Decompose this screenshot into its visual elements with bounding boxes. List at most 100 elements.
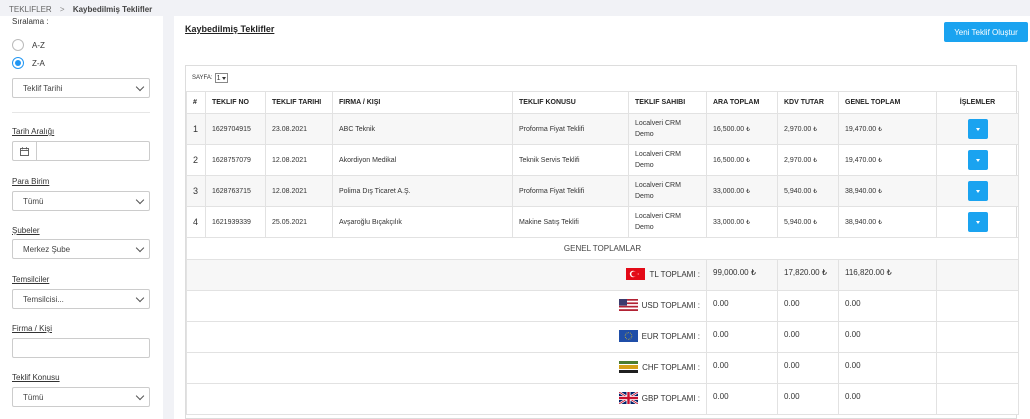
total-subtotal: 0.00 bbox=[706, 321, 778, 353]
total-label-cell: CHF TOPLAMI : bbox=[186, 352, 707, 384]
radio-az[interactable] bbox=[12, 39, 24, 51]
total-vat: 0.00 bbox=[777, 383, 839, 415]
totals-title: GENEL TOPLAMLAR bbox=[186, 237, 1019, 260]
divider bbox=[12, 112, 150, 113]
caret-down-icon bbox=[975, 127, 980, 131]
subtotal-value: 16,500.00 bbox=[713, 156, 745, 164]
table-row[interactable]: 4 1621939339 25.05.2021 Avşaroğlu Bıçakç… bbox=[186, 206, 1019, 238]
radio-za[interactable] bbox=[12, 57, 24, 69]
actions-dropdown-button[interactable] bbox=[967, 181, 988, 201]
actions-dropdown-button[interactable] bbox=[967, 150, 988, 170]
totals-title-row: GENEL TOPLAMLAR bbox=[186, 237, 1019, 260]
total-subtotal: 0.00 bbox=[706, 290, 778, 322]
col-header-offer-no[interactable]: TEKLIF NO bbox=[205, 91, 266, 114]
lira-icon: ₺ bbox=[813, 157, 818, 164]
sort-option-za[interactable]: Z-A bbox=[12, 57, 45, 69]
vat-value: 2,970.00 bbox=[784, 156, 812, 164]
company-name: Polima Dış Ticaret A.Ş. bbox=[332, 175, 513, 207]
table-row[interactable]: 3 1628763715 12.08.2021 Polima Dış Ticar… bbox=[186, 175, 1019, 207]
total-vat: 17,820.00 ₺ bbox=[777, 259, 839, 291]
date-range-input[interactable] bbox=[12, 141, 150, 161]
total-value: 19,470.00 bbox=[845, 125, 877, 133]
col-header-owner[interactable]: TEKLIF SAHIBI bbox=[628, 91, 707, 114]
owner-line-2: Demo bbox=[635, 131, 654, 138]
offer-owner: Localveri CRM Demo bbox=[628, 206, 707, 238]
table-row[interactable]: 1 1629704915 23.08.2021 ABC Teknik Profo… bbox=[186, 113, 1019, 145]
total-empty bbox=[936, 259, 1019, 291]
branches-value: Merkez Şube bbox=[23, 245, 71, 254]
owner-line-2: Demo bbox=[635, 162, 654, 169]
totals-row-gbp: GBP TOPLAMI : 0.00 0.00 0.00 bbox=[186, 383, 1019, 415]
actions-dropdown-button[interactable] bbox=[967, 212, 988, 232]
col-header-total[interactable]: GENEL TOPLAM bbox=[838, 91, 937, 114]
lira-icon: ₺ bbox=[746, 126, 750, 133]
total-label: EUR TOPLAMI : bbox=[641, 331, 700, 341]
total-subtotal: 0.00 bbox=[706, 352, 778, 384]
row-index: 2 bbox=[186, 144, 206, 176]
sort-label: Sıralama : bbox=[12, 17, 49, 26]
col-header-topic[interactable]: TEKLIF KONUSU bbox=[512, 91, 629, 114]
turkey-flag-icon bbox=[626, 268, 646, 280]
subtotal-value: 16,500.00 bbox=[713, 125, 745, 133]
chevron-down-icon bbox=[135, 82, 145, 92]
total-label-cell: TL TOPLAMI : bbox=[186, 259, 707, 291]
grand-total: 38,940.00 ₺ bbox=[838, 175, 937, 207]
page-select[interactable]: 1 bbox=[214, 73, 229, 83]
total-subtotal: 0.00 bbox=[706, 383, 778, 415]
table-row[interactable]: 2 1628757079 12.08.2021 Akordiyon Medika… bbox=[186, 144, 1019, 176]
vat-amount: 2,970.00 ₺ bbox=[777, 113, 839, 145]
branches-select[interactable]: Merkez Şube bbox=[12, 239, 150, 259]
breadcrumb-parent[interactable]: TEKLIFLER bbox=[9, 5, 52, 14]
offer-topic: Proforma Fiyat Teklifi bbox=[512, 113, 629, 145]
sort-option-za-label: Z-A bbox=[32, 58, 45, 68]
sort-option-az[interactable]: A-Z bbox=[12, 39, 45, 51]
offer-date: 12.08.2021 bbox=[265, 175, 333, 207]
total-empty bbox=[936, 352, 1019, 384]
lira-icon: ₺ bbox=[746, 188, 750, 195]
owner-line-1: Localveri CRM bbox=[635, 182, 681, 189]
total-grand: 116,820.00 ₺ bbox=[838, 259, 937, 291]
actions-cell bbox=[936, 206, 1019, 238]
chevron-down-icon bbox=[135, 195, 145, 205]
currency-value: Tümü bbox=[23, 197, 44, 206]
total-grand: 0.00 bbox=[838, 352, 937, 384]
offer-owner: Localveri CRM Demo bbox=[628, 175, 707, 207]
reps-select[interactable]: Temsilcisi... bbox=[12, 289, 150, 309]
usa-flag-icon bbox=[618, 299, 638, 311]
total-subtotal: 99,000.00 ₺ bbox=[706, 259, 778, 291]
company-name: Avşaroğlu Bıçakçılık bbox=[332, 206, 513, 238]
totals-row-eur: EUR TOPLAMI : 0.00 0.00 0.00 bbox=[186, 321, 1019, 353]
lira-icon: ₺ bbox=[878, 188, 882, 195]
topic-select[interactable]: Tümü bbox=[12, 387, 150, 407]
chevron-down-icon bbox=[135, 391, 145, 401]
vat-amount: 5,940.00 ₺ bbox=[777, 175, 839, 207]
total-label: USD TOPLAMI : bbox=[641, 300, 700, 310]
caret-down-icon bbox=[222, 76, 227, 80]
total-vat: 0.00 bbox=[777, 352, 839, 384]
total-empty bbox=[936, 321, 1019, 353]
total-empty bbox=[936, 383, 1019, 415]
total-vat: 0.00 bbox=[777, 321, 839, 353]
col-header-company[interactable]: FIRMA / KIŞI bbox=[332, 91, 513, 114]
actions-dropdown-button[interactable] bbox=[967, 119, 988, 139]
company-name: ABC Teknik bbox=[332, 113, 513, 145]
lira-icon: ₺ bbox=[746, 157, 750, 164]
company-input[interactable] bbox=[12, 338, 150, 358]
owner-line-1: Localveri CRM bbox=[635, 151, 681, 158]
calendar-icon[interactable] bbox=[13, 142, 37, 160]
lira-icon: ₺ bbox=[746, 219, 750, 226]
new-offer-button[interactable]: Yeni Teklif Oluştur bbox=[944, 22, 1028, 42]
sort-field-select[interactable]: Teklif Tarihi bbox=[12, 78, 150, 98]
currency-select[interactable]: Tümü bbox=[12, 191, 150, 211]
caret-down-icon bbox=[975, 158, 980, 162]
col-header-index: # bbox=[186, 91, 206, 114]
col-header-offer-date[interactable]: TEKLIF TARIHI bbox=[265, 91, 333, 114]
topic-label: Teklif Konusu bbox=[12, 373, 60, 382]
breadcrumb-separator: > bbox=[59, 5, 65, 14]
lira-icon: ₺ bbox=[878, 157, 882, 164]
col-header-subtotal[interactable]: ARA TOPLAM bbox=[706, 91, 778, 114]
col-header-vat[interactable]: KDV TUTAR bbox=[777, 91, 839, 114]
page-value: 1 bbox=[216, 74, 221, 82]
pager: SAYFA: 1 bbox=[192, 73, 229, 83]
breadcrumb-current: Kaybedilmiş Teklifler bbox=[72, 5, 153, 14]
